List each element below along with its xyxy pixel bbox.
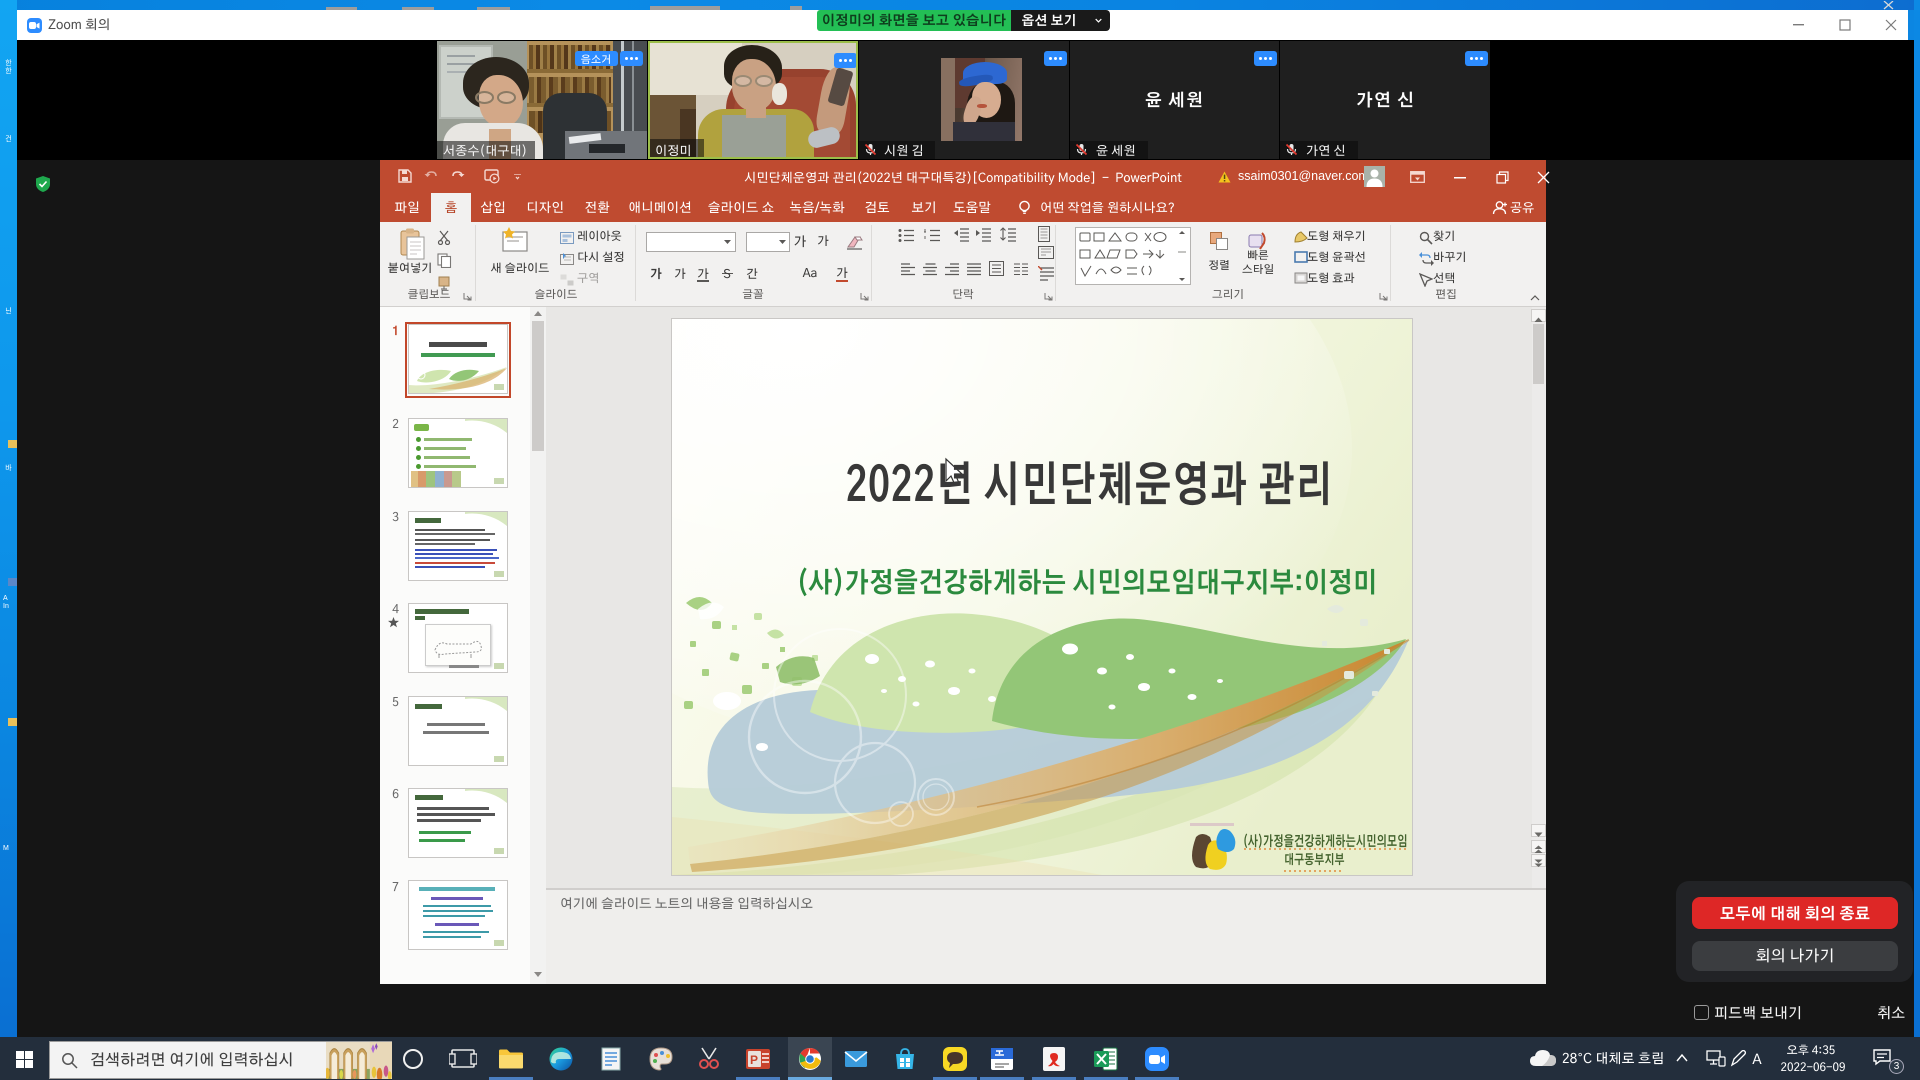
svg-text:P: P xyxy=(750,1053,758,1067)
